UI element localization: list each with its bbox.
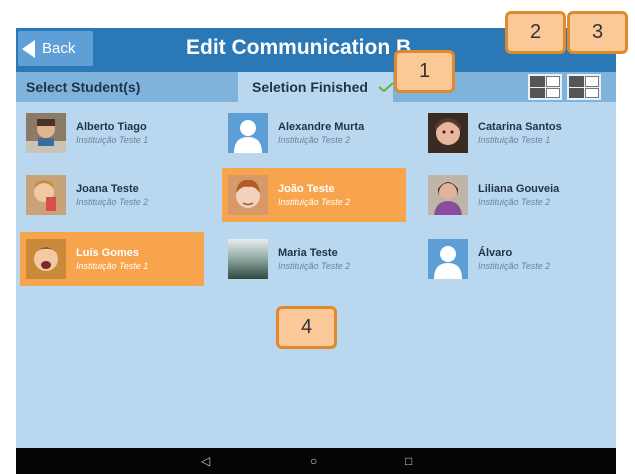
list-cell-icon bbox=[584, 76, 599, 87]
student-name: Álvaro bbox=[478, 247, 513, 259]
default-avatar-icon bbox=[428, 239, 468, 279]
student-name: João Teste bbox=[278, 183, 335, 195]
student-card-selected[interactable]: Luís Gomes Instituição Teste 1 bbox=[20, 232, 204, 286]
student-institution: Instituição Teste 2 bbox=[478, 197, 551, 207]
student-avatar bbox=[228, 175, 268, 215]
student-avatar bbox=[26, 239, 66, 279]
back-button-label: Back bbox=[42, 40, 76, 57]
student-institution: Instituição Teste 2 bbox=[278, 135, 351, 145]
tab-selection-finished[interactable]: Seletion Finished bbox=[238, 72, 394, 102]
grid-cell-icon bbox=[530, 87, 545, 98]
student-name: Maria Teste bbox=[278, 247, 338, 259]
default-avatar-icon bbox=[228, 113, 268, 153]
student-name: Liliana Gouveia bbox=[478, 183, 560, 195]
tab-selection-finished-label: Seletion Finished bbox=[252, 79, 368, 95]
check-icon bbox=[378, 82, 394, 92]
student-avatar bbox=[428, 175, 468, 215]
page-title: Edit Communication B bbox=[186, 36, 412, 59]
list-cell-icon bbox=[569, 87, 584, 98]
back-arrow-icon bbox=[22, 39, 35, 58]
student-institution: Instituição Teste 2 bbox=[278, 261, 351, 271]
callout-4: 4 bbox=[276, 306, 337, 349]
grid-cell-icon bbox=[545, 87, 560, 98]
list-view-button[interactable] bbox=[567, 74, 601, 100]
nav-recents-icon[interactable]: □ bbox=[405, 454, 412, 468]
student-card[interactable]: Liliana Gouveia Instituição Teste 2 bbox=[422, 168, 606, 222]
student-name: Catarina Santos bbox=[478, 121, 562, 133]
student-avatar bbox=[428, 113, 468, 153]
sub-bar: Select Student(s) Seletion Finished bbox=[16, 72, 616, 102]
student-avatar bbox=[228, 239, 268, 279]
student-avatar bbox=[26, 113, 66, 153]
student-name: Joana Teste bbox=[76, 183, 139, 195]
nav-back-icon[interactable]: ◁ bbox=[201, 454, 210, 468]
student-institution: Instituição Teste 1 bbox=[76, 135, 149, 145]
student-card[interactable]: Álvaro Instituição Teste 2 bbox=[422, 232, 606, 286]
student-name: Alberto Tiago bbox=[76, 121, 147, 133]
student-institution: Instituição Teste 2 bbox=[478, 261, 551, 271]
grid-view-button[interactable] bbox=[528, 74, 562, 100]
list-cell-icon bbox=[584, 87, 599, 98]
student-name: Alexandre Murta bbox=[278, 121, 365, 133]
student-card[interactable]: Alexandre Murta Instituição Teste 2 bbox=[222, 106, 406, 160]
back-button[interactable]: Back bbox=[18, 31, 93, 66]
student-name: Luís Gomes bbox=[76, 247, 139, 259]
app-screen: Back Edit Communication B Select Student… bbox=[16, 28, 616, 474]
nav-home-icon[interactable]: ○ bbox=[310, 454, 317, 468]
student-card[interactable]: Catarina Santos Instituição Teste 1 bbox=[422, 106, 606, 160]
student-card[interactable]: Joana Teste Instituição Teste 2 bbox=[20, 168, 204, 222]
callout-1: 1 bbox=[394, 50, 455, 93]
student-card-selected[interactable]: João Teste Instituição Teste 2 bbox=[222, 168, 406, 222]
student-institution: Instituição Teste 2 bbox=[278, 197, 351, 207]
list-cell-icon bbox=[569, 76, 584, 87]
tab-select-students[interactable]: Select Student(s) bbox=[16, 72, 236, 102]
student-institution: Instituição Teste 2 bbox=[76, 197, 149, 207]
grid-cell-icon bbox=[545, 76, 560, 87]
student-card[interactable]: Maria Teste Instituição Teste 2 bbox=[222, 232, 406, 286]
student-avatar bbox=[26, 175, 66, 215]
student-card[interactable]: Alberto Tiago Instituição Teste 1 bbox=[20, 106, 204, 160]
callout-2: 2 bbox=[505, 11, 566, 54]
android-nav-bar: ◁ ○ □ bbox=[16, 448, 616, 474]
callout-3: 3 bbox=[567, 11, 628, 54]
student-institution: Instituição Teste 1 bbox=[478, 135, 551, 145]
grid-cell-icon bbox=[530, 76, 545, 87]
student-institution: Instituição Teste 1 bbox=[76, 261, 149, 271]
